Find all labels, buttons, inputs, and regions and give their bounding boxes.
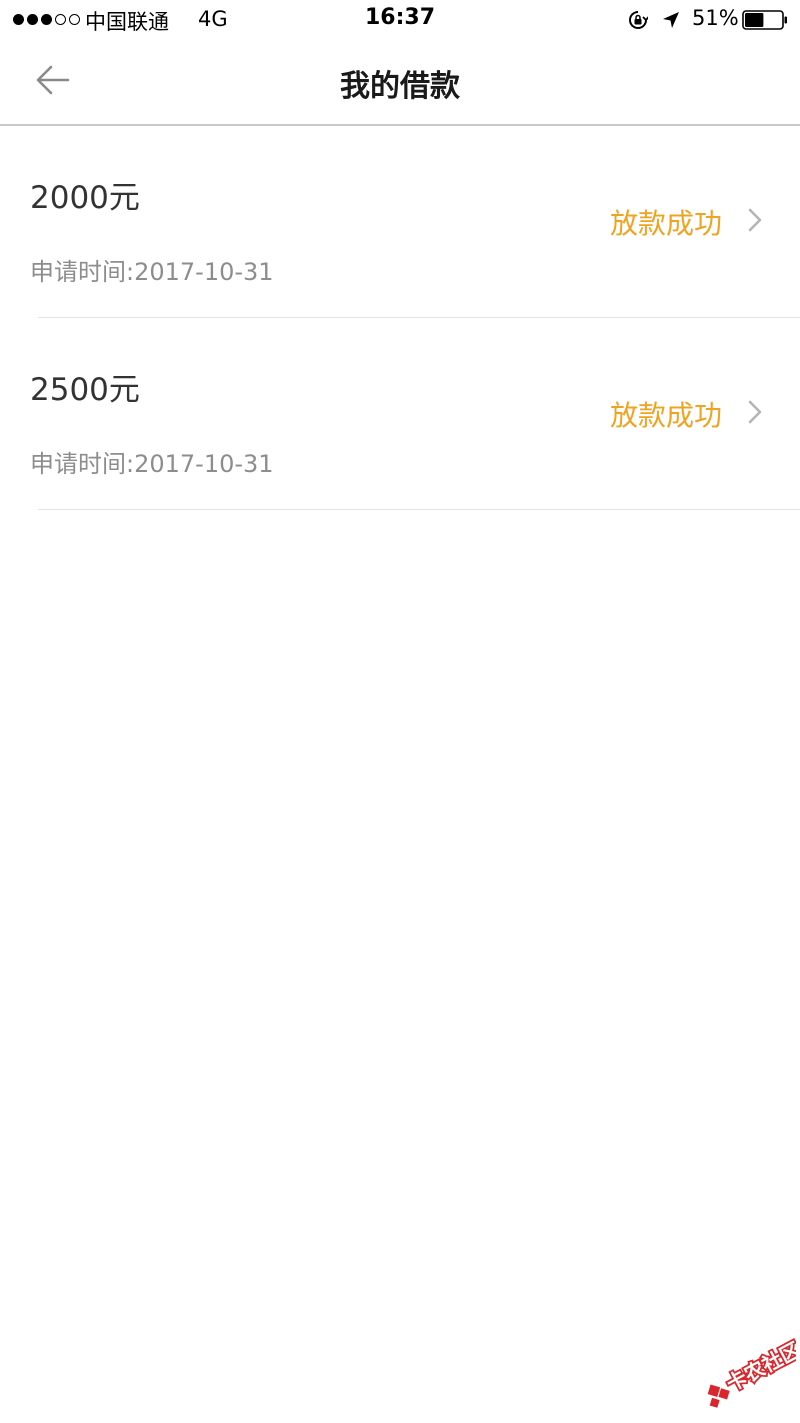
loan-status: 放款成功 bbox=[610, 399, 723, 432]
application-time-label: 申请时间: bbox=[30, 258, 135, 286]
loan-list-item[interactable]: 2000元 申请时间:2017-10-31 放款成功 bbox=[0, 126, 800, 318]
loan-list-item[interactable]: 2500元 申请时间:2017-10-31 放款成功 bbox=[0, 318, 800, 510]
status-bar: 中国联通 4G 16:37 51% bbox=[0, 0, 800, 40]
loan-amount: 2500元 bbox=[30, 372, 140, 408]
divider bbox=[38, 509, 800, 510]
location-arrow-icon bbox=[663, 12, 679, 28]
application-time: 申请时间:2017-10-31 bbox=[30, 252, 274, 287]
chevron-right-icon bbox=[748, 208, 762, 232]
kanong-watermark-logo: 卡农社区 bbox=[707, 1336, 796, 1408]
watermark-text: 卡农社区 bbox=[722, 1337, 796, 1396]
battery-percentage: 51% bbox=[692, 6, 739, 30]
loan-status: 放款成功 bbox=[610, 207, 723, 240]
application-time-label: 申请时间: bbox=[30, 450, 135, 478]
loan-amount: 2000元 bbox=[30, 180, 140, 216]
loan-list: 2000元 申请时间:2017-10-31 放款成功 2500元 申请时间:20… bbox=[0, 126, 800, 510]
back-arrow-icon bbox=[36, 65, 70, 95]
application-time: 申请时间:2017-10-31 bbox=[30, 444, 274, 479]
battery-fill bbox=[745, 13, 764, 27]
chevron-right-icon bbox=[748, 400, 762, 424]
orientation-lock-icon bbox=[629, 11, 648, 29]
back-button[interactable] bbox=[28, 60, 76, 100]
application-time-value: 2017-10-31 bbox=[134, 450, 274, 478]
nav-bar: 我的借款 bbox=[0, 40, 800, 126]
battery-icon bbox=[742, 10, 787, 30]
application-time-value: 2017-10-31 bbox=[134, 258, 274, 286]
page-title: 我的借款 bbox=[340, 69, 460, 104]
